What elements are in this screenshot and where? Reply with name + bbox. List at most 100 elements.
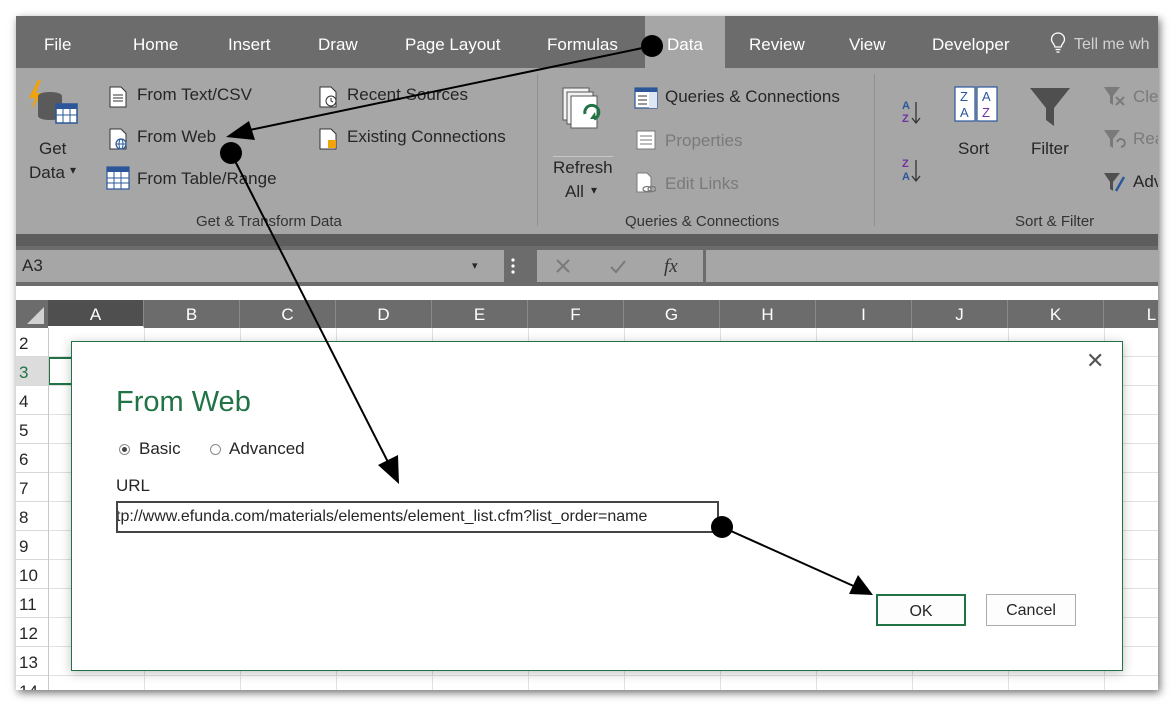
- tab-home[interactable]: Home: [133, 16, 178, 68]
- url-input[interactable]: tp://www.efunda.com/materials/elements/e…: [116, 501, 719, 533]
- svg-text:A: A: [902, 171, 910, 183]
- from-text-csv-button[interactable]: From Text/CSV: [137, 85, 252, 105]
- split-divider: [553, 156, 613, 157]
- column-header-g[interactable]: G: [624, 300, 720, 328]
- chevron-down-icon: ▾: [70, 163, 77, 177]
- tab-insert[interactable]: Insert: [228, 16, 271, 68]
- row-header-3[interactable]: 3: [16, 357, 48, 386]
- tab-file[interactable]: File: [44, 16, 71, 68]
- column-header-h[interactable]: H: [720, 300, 816, 328]
- excel-window: File Home Insert Draw Page Layout Formul…: [16, 16, 1158, 690]
- svg-text:A: A: [902, 100, 910, 112]
- radio-basic[interactable]: Basic: [116, 438, 216, 460]
- tell-me-search[interactable]: Tell me wh: [1074, 16, 1150, 68]
- get-data-button[interactable]: Get Data ▾: [22, 80, 80, 182]
- column-header-l[interactable]: L: [1104, 300, 1158, 328]
- advanced-filter-button[interactable]: Adv: [1133, 172, 1158, 192]
- enter-check-icon[interactable]: [609, 258, 627, 274]
- ribbon-data: Get Data ▾ From Text/CSV From Web From T…: [16, 68, 1158, 234]
- vertical-dots-icon[interactable]: [509, 256, 517, 276]
- web-icon: [109, 128, 127, 150]
- table-icon: [106, 166, 130, 190]
- row-header-7[interactable]: 7: [16, 473, 48, 502]
- radio-basic-circle: [119, 444, 130, 455]
- clear-filter-icon: [1104, 87, 1125, 106]
- refresh-all-button[interactable]: Refresh All ▾: [549, 80, 617, 204]
- tab-page-layout[interactable]: Page Layout: [405, 16, 500, 68]
- name-box-value: A3: [22, 256, 43, 275]
- column-header-j[interactable]: J: [912, 300, 1008, 328]
- tab-draw[interactable]: Draw: [318, 16, 358, 68]
- row-header-13[interactable]: 13: [16, 647, 48, 676]
- lightbulb-icon: [1050, 32, 1066, 53]
- formula-buttons: fx: [537, 250, 703, 282]
- column-header-e[interactable]: E: [432, 300, 528, 328]
- column-header-f[interactable]: F: [528, 300, 624, 328]
- edit-links-button[interactable]: Edit Links: [665, 174, 739, 194]
- tab-review[interactable]: Review: [749, 16, 805, 68]
- cancel-x-icon[interactable]: [555, 258, 571, 274]
- get-data-label-2: Data: [29, 163, 65, 182]
- column-header-c[interactable]: C: [240, 300, 336, 328]
- formula-input[interactable]: [706, 250, 1158, 282]
- cancel-button[interactable]: Cancel: [986, 594, 1076, 626]
- svg-text:Z: Z: [902, 113, 909, 125]
- row-header-6[interactable]: 6: [16, 444, 48, 473]
- refresh-icon: [562, 87, 601, 129]
- column-header-d[interactable]: D: [336, 300, 432, 328]
- tab-data[interactable]: Data: [645, 16, 725, 68]
- tab-formulas[interactable]: Formulas: [547, 16, 618, 68]
- recent-sources-button[interactable]: Recent Sources: [347, 85, 468, 105]
- column-header-k[interactable]: K: [1008, 300, 1104, 328]
- from-table-range-button[interactable]: From Table/Range: [137, 169, 277, 189]
- clear-button[interactable]: Cle: [1133, 87, 1158, 107]
- get-data-label: Get: [39, 139, 67, 158]
- ok-button[interactable]: OK: [876, 594, 966, 626]
- queries-connections-button[interactable]: Queries & Connections: [665, 87, 840, 107]
- row-header-10[interactable]: 10: [16, 560, 48, 589]
- close-icon[interactable]: ✕: [1086, 350, 1104, 372]
- properties-icon: [636, 130, 656, 150]
- insert-function-icon[interactable]: fx: [662, 255, 686, 277]
- properties-button[interactable]: Properties: [665, 131, 742, 151]
- filter-label: Filter: [1031, 139, 1069, 158]
- sort-icon: Z A A Z: [954, 86, 998, 122]
- name-box[interactable]: A3 ▾: [16, 250, 504, 282]
- svg-text:Z: Z: [960, 89, 968, 104]
- column-header-i[interactable]: I: [816, 300, 912, 328]
- tab-view[interactable]: View: [849, 16, 886, 68]
- text-file-icon: [109, 86, 127, 108]
- svg-text:fx: fx: [664, 256, 678, 277]
- reapply-button[interactable]: Rea: [1133, 129, 1158, 149]
- group-label-sort-filter: Sort & Filter: [1015, 213, 1095, 230]
- group-separator: [537, 74, 538, 226]
- filter-button[interactable]: Filter: [1024, 86, 1080, 180]
- row-header-9[interactable]: 9: [16, 531, 48, 560]
- from-web-dialog: ✕ From Web Basic Advanced URL tp://www.e…: [71, 341, 1123, 671]
- radio-basic-label: Basic: [139, 439, 181, 458]
- column-header-a[interactable]: A: [48, 300, 144, 328]
- row-header-12[interactable]: 12: [16, 618, 48, 647]
- row-header-11[interactable]: 11: [16, 589, 48, 618]
- existing-connections-button[interactable]: Existing Connections: [347, 127, 506, 147]
- row-header-14[interactable]: 14: [16, 676, 48, 690]
- url-label: URL: [116, 476, 151, 495]
- column-header-b[interactable]: B: [144, 300, 240, 328]
- row-header-4[interactable]: 4: [16, 386, 48, 415]
- dialog-title: From Web: [116, 386, 251, 418]
- tab-developer[interactable]: Developer: [932, 16, 1010, 68]
- queries-icon: [634, 87, 658, 109]
- select-all-triangle-icon[interactable]: [24, 305, 46, 325]
- url-input-value: tp://www.efunda.com/materials/elements/e…: [116, 508, 648, 525]
- row-header-2[interactable]: 2: [16, 328, 48, 357]
- refresh-label: Refresh: [553, 158, 613, 177]
- from-web-button[interactable]: From Web: [137, 127, 216, 147]
- row-header-8[interactable]: 8: [16, 502, 48, 531]
- radio-advanced[interactable]: Advanced: [207, 438, 337, 460]
- chevron-down-icon[interactable]: ▾: [472, 259, 478, 272]
- group-label-get-transform: Get & Transform Data: [196, 213, 342, 230]
- edit-links-icon: [636, 172, 656, 193]
- radio-advanced-label: Advanced: [229, 439, 305, 458]
- sort-button[interactable]: Z A A Z Sort: [948, 86, 1002, 180]
- row-header-5[interactable]: 5: [16, 415, 48, 444]
